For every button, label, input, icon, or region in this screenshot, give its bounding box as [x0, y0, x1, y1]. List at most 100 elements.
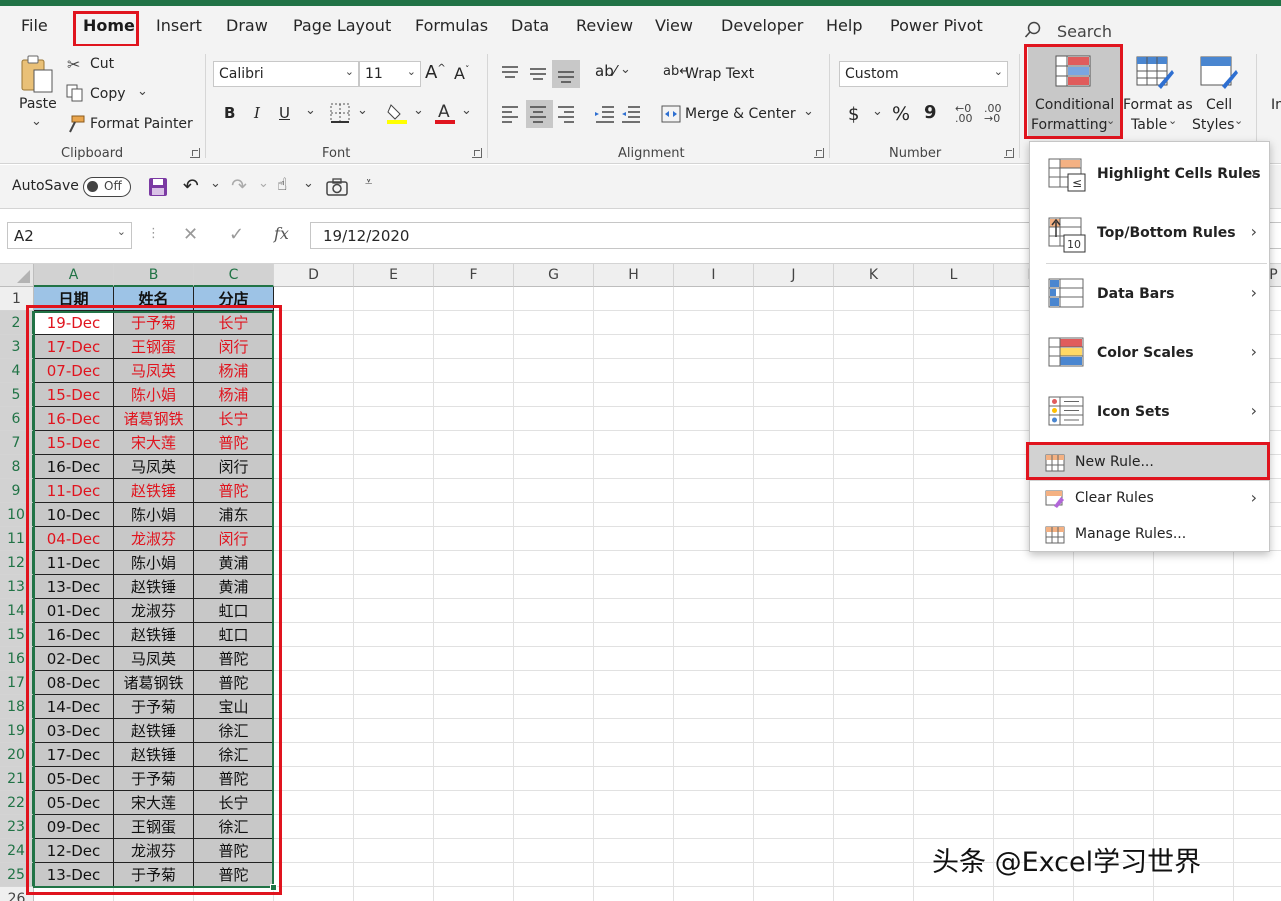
undo-icon[interactable]: ↶: [183, 175, 199, 197]
cell-styles-icon[interactable]: [1200, 56, 1238, 90]
tab-draw[interactable]: Draw: [226, 16, 268, 35]
format-as-table-button[interactable]: Table: [1131, 117, 1167, 133]
row-header[interactable]: 12: [0, 551, 34, 575]
table-cell[interactable]: 05-Dec: [34, 767, 114, 791]
table-cell[interactable]: 长宁: [194, 311, 274, 335]
autosave-toggle[interactable]: Off: [83, 177, 131, 197]
customize-qat-icon[interactable]: ⩡: [365, 175, 372, 190]
row-header[interactable]: 23: [0, 815, 34, 839]
cut-icon[interactable]: ✂: [67, 55, 80, 74]
decrease-decimal-icon[interactable]: .00 →0: [984, 103, 1002, 124]
insert-cells-partial[interactable]: In: [1271, 97, 1281, 113]
row-header[interactable]: 3: [0, 335, 34, 359]
row-header[interactable]: 24: [0, 839, 34, 863]
table-cell[interactable]: 11-Dec: [34, 551, 114, 575]
table-cell[interactable]: 12-Dec: [34, 839, 114, 863]
font-color-icon[interactable]: A: [434, 101, 456, 125]
shrink-font-icon[interactable]: Aˇ: [454, 64, 469, 83]
table-cell[interactable]: 07-Dec: [34, 359, 114, 383]
number-launcher-icon[interactable]: [1004, 148, 1014, 158]
table-cell[interactable]: 闵行: [194, 455, 274, 479]
vertical-align-icons[interactable]: [500, 64, 580, 84]
table-cell[interactable]: 于予菊: [114, 311, 194, 335]
touch-mode-chevron-icon[interactable]: ⌄: [303, 176, 314, 191]
row-header[interactable]: 10: [0, 503, 34, 527]
table-header-cell[interactable]: 分店: [194, 287, 274, 311]
select-all-button[interactable]: [0, 264, 34, 287]
table-cell[interactable]: 09-Dec: [34, 815, 114, 839]
table-cell[interactable]: 16-Dec: [34, 623, 114, 647]
table-cell[interactable]: 13-Dec: [34, 863, 114, 887]
search-box[interactable]: Search: [1057, 22, 1112, 41]
undo-chevron-icon[interactable]: ⌄: [210, 176, 221, 191]
format-as-table-icon[interactable]: [1136, 56, 1174, 90]
indent-icons[interactable]: [594, 104, 642, 124]
table-cell[interactable]: 闵行: [194, 335, 274, 359]
cut-button[interactable]: Cut: [90, 56, 114, 72]
table-cell[interactable]: 11-Dec: [34, 479, 114, 503]
table-cell[interactable]: 16-Dec: [34, 455, 114, 479]
row-header[interactable]: 4: [0, 359, 34, 383]
fill-color-icon[interactable]: [386, 101, 408, 125]
row-header[interactable]: 21: [0, 767, 34, 791]
tab-review[interactable]: Review: [576, 16, 633, 35]
font-launcher-icon[interactable]: [472, 148, 482, 158]
column-header[interactable]: J: [754, 264, 834, 287]
tab-data[interactable]: Data: [511, 16, 549, 35]
tab-help[interactable]: Help: [826, 16, 862, 35]
row-header[interactable]: 15: [0, 623, 34, 647]
table-cell[interactable]: 16-Dec: [34, 407, 114, 431]
format-as-table-label-1[interactable]: Format as: [1123, 97, 1193, 113]
table-cell[interactable]: 赵铁锤: [114, 479, 194, 503]
table-cell[interactable]: 14-Dec: [34, 695, 114, 719]
table-header-cell[interactable]: 姓名: [114, 287, 194, 311]
paste-icon[interactable]: [19, 54, 55, 94]
cancel-entry-icon[interactable]: ✕: [183, 224, 198, 245]
cell-styles-button[interactable]: Styles: [1192, 117, 1234, 133]
table-cell[interactable]: 龙淑芬: [114, 599, 194, 623]
search-icon[interactable]: [1024, 21, 1042, 39]
merge-chevron-icon[interactable]: ⌄: [803, 104, 814, 119]
table-cell[interactable]: 15-Dec: [34, 431, 114, 455]
menu-item-clear-rules[interactable]: Clear Rules ›: [1030, 481, 1269, 517]
number-format-combo[interactable]: Custom ⌄: [839, 61, 1008, 87]
table-cell[interactable]: 马凤英: [114, 455, 194, 479]
paste-button[interactable]: Paste: [19, 96, 57, 112]
table-cell[interactable]: 04-Dec: [34, 527, 114, 551]
table-cell[interactable]: 赵铁锤: [114, 743, 194, 767]
table-cell[interactable]: 普陀: [194, 839, 274, 863]
column-header[interactable]: B: [114, 264, 194, 287]
table-cell[interactable]: 王钢蛋: [114, 335, 194, 359]
menu-item-new-rule[interactable]: New Rule...: [1030, 445, 1269, 481]
borders-icon[interactable]: [330, 103, 350, 123]
table-cell[interactable]: 陈小娟: [114, 383, 194, 407]
table-cell[interactable]: 徐汇: [194, 719, 274, 743]
table-cell[interactable]: 17-Dec: [34, 743, 114, 767]
column-header[interactable]: L: [914, 264, 994, 287]
save-icon[interactable]: [148, 177, 168, 197]
table-cell[interactable]: 02-Dec: [34, 647, 114, 671]
name-box[interactable]: A2 ⌄: [7, 222, 132, 249]
font-color-chevron-icon[interactable]: ⌄: [461, 103, 472, 118]
bold-button[interactable]: B: [224, 104, 235, 122]
table-cell[interactable]: 陈小娟: [114, 503, 194, 527]
table-cell[interactable]: 于予菊: [114, 695, 194, 719]
tab-developer[interactable]: Developer: [721, 16, 803, 35]
menu-item-icon-sets[interactable]: Icon Sets ›: [1030, 384, 1269, 442]
increase-decimal-icon[interactable]: ←0.00: [955, 103, 973, 124]
table-cell[interactable]: 马凤英: [114, 647, 194, 671]
table-cell[interactable]: 宝山: [194, 695, 274, 719]
table-cell[interactable]: 虹口: [194, 623, 274, 647]
tab-power-pivot[interactable]: Power Pivot: [890, 16, 983, 35]
table-cell[interactable]: 杨浦: [194, 383, 274, 407]
column-header[interactable]: I: [674, 264, 754, 287]
table-header-cell[interactable]: 日期: [34, 287, 114, 311]
column-header[interactable]: K: [834, 264, 914, 287]
redo-chevron-icon[interactable]: ⌄: [258, 176, 269, 191]
row-header[interactable]: 25: [0, 863, 34, 887]
table-cell[interactable]: 黄浦: [194, 551, 274, 575]
table-cell[interactable]: 01-Dec: [34, 599, 114, 623]
table-cell[interactable]: 于予菊: [114, 767, 194, 791]
clipboard-launcher-icon[interactable]: [190, 148, 200, 158]
table-cell[interactable]: 长宁: [194, 791, 274, 815]
